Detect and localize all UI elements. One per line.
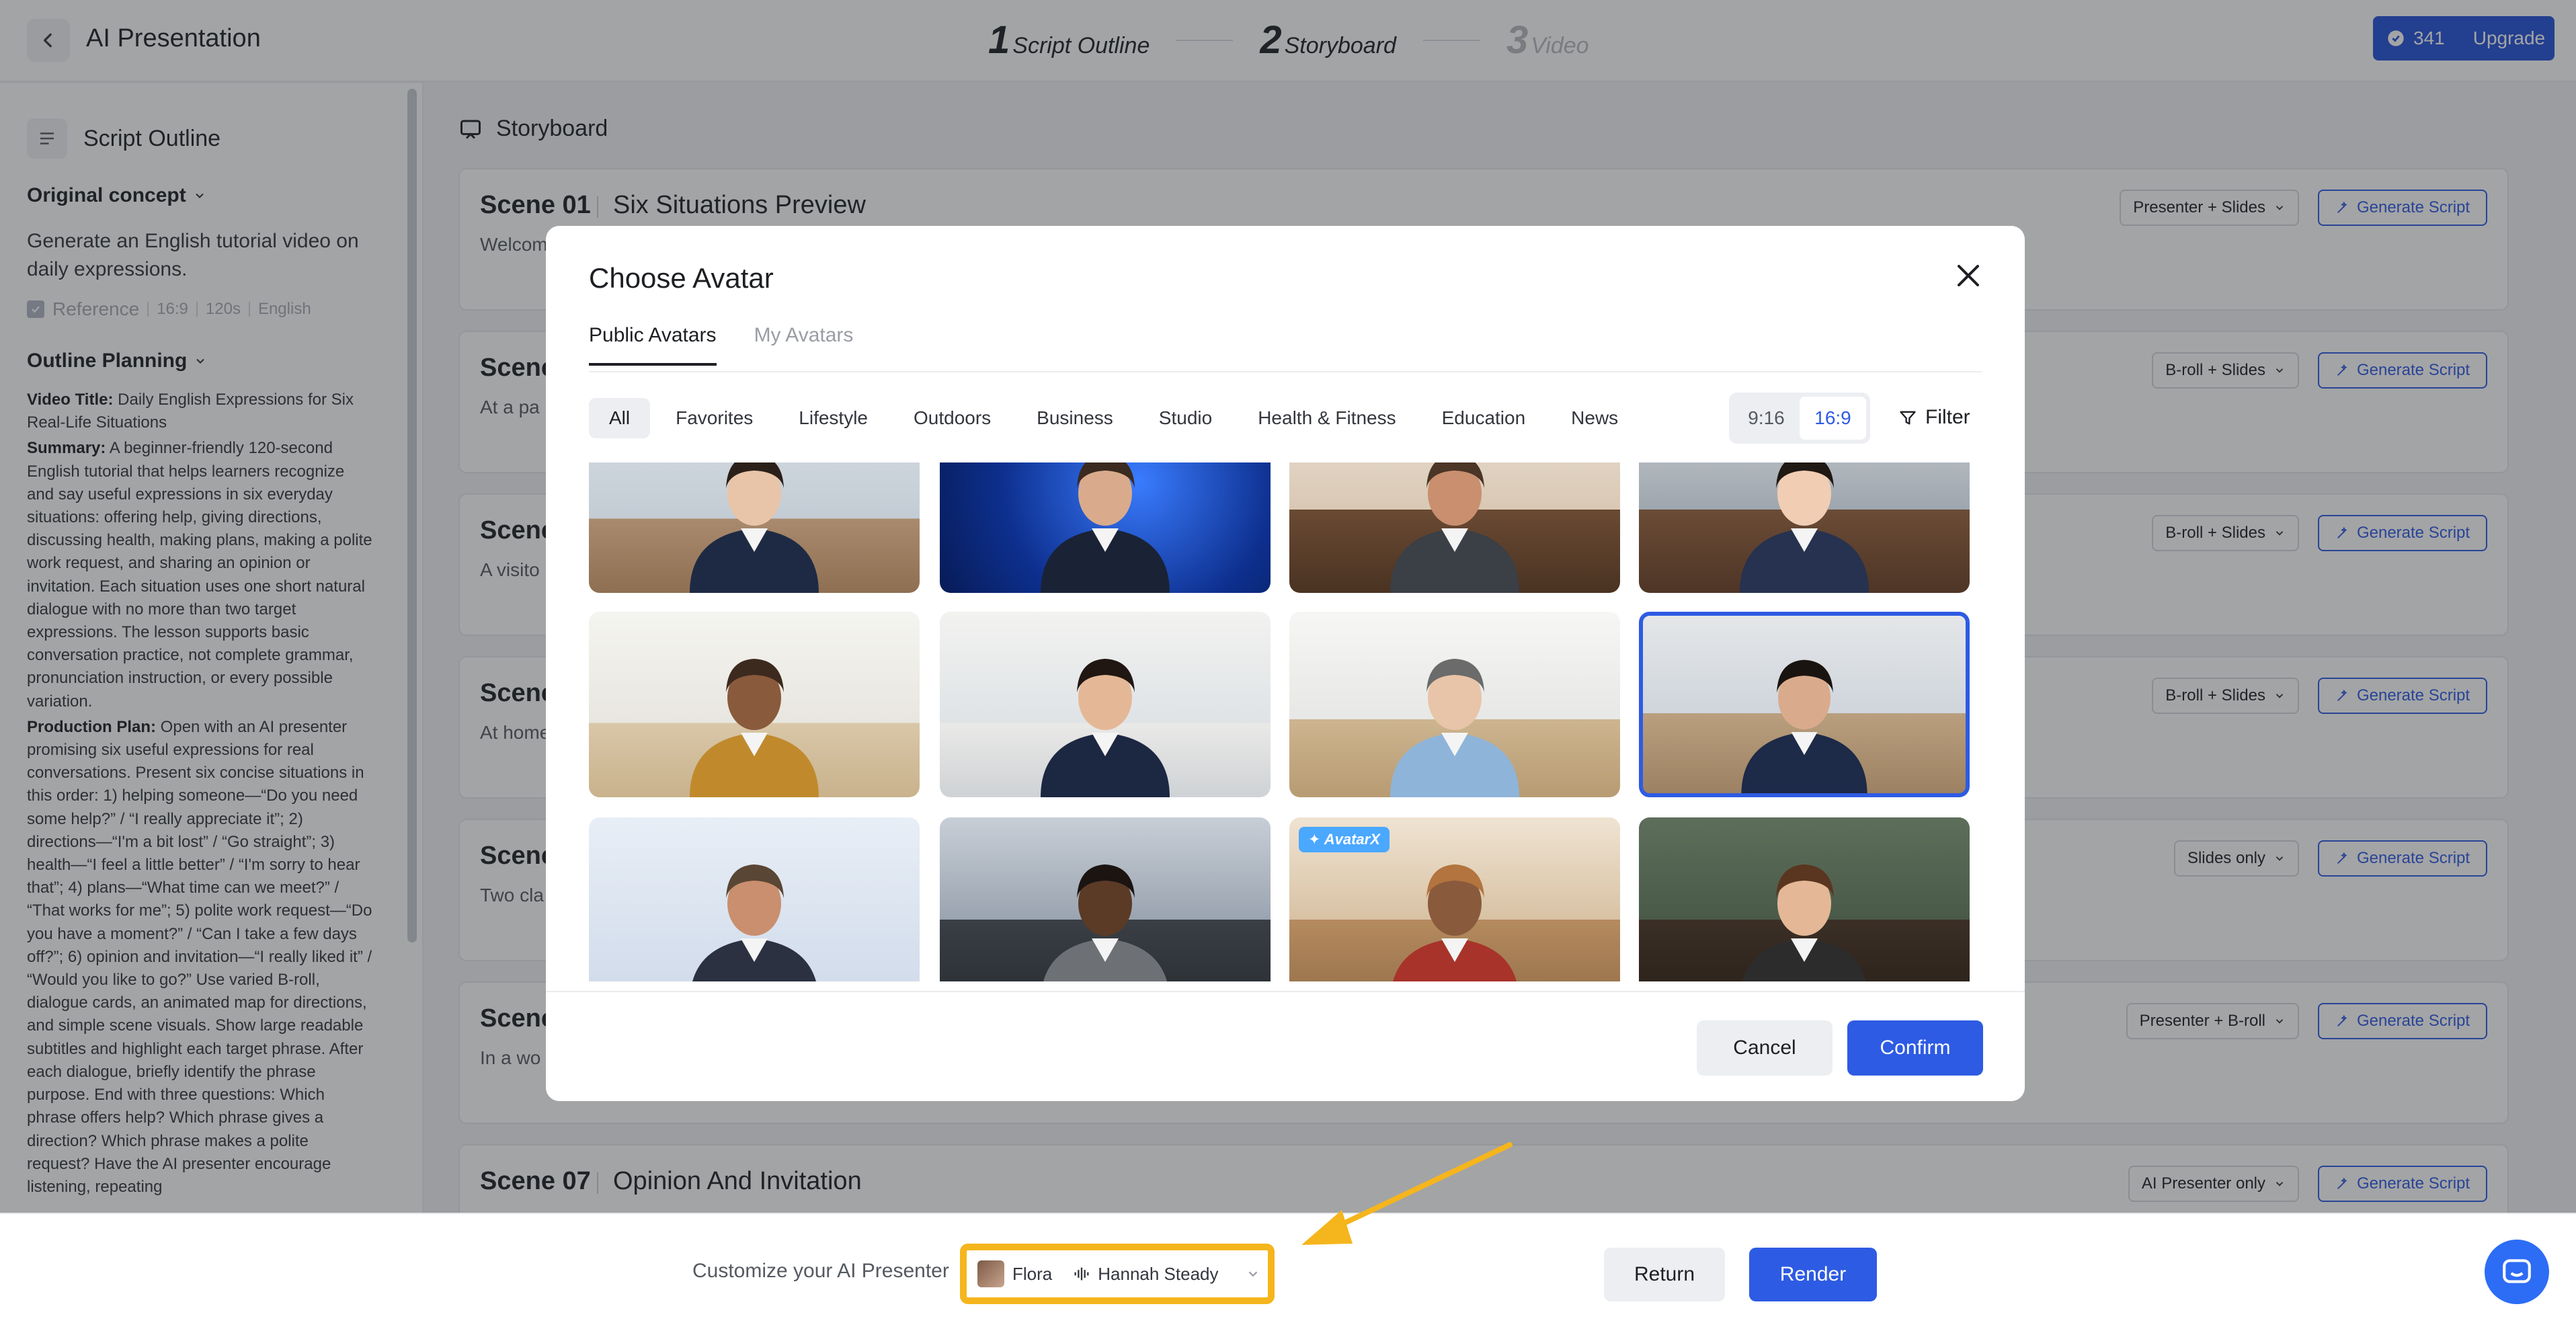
avatar-figure — [1741, 659, 1867, 793]
divider — [546, 991, 2025, 992]
avatar-card[interactable] — [1639, 612, 1970, 797]
avatar-card[interactable] — [589, 462, 920, 593]
dialog-title: Choose Avatar — [589, 262, 774, 294]
category-filter: All Favorites Lifestyle Outdoors Business Stu… — [589, 398, 1638, 438]
avatar-figure — [690, 659, 819, 797]
category-chip-education[interactable]: Education — [1422, 398, 1546, 438]
filter-label: Filter — [1925, 406, 1970, 428]
tab-public-avatars[interactable]: Public Avatars — [589, 324, 717, 366]
avatar-card[interactable] — [589, 817, 920, 981]
avatar-figure — [1742, 864, 1866, 981]
avatar-figure — [690, 462, 819, 593]
category-chip-studio[interactable]: Studio — [1139, 398, 1232, 438]
cancel-button[interactable]: Cancel — [1697, 1020, 1833, 1076]
category-chip-lifestyle[interactable]: Lifestyle — [778, 398, 888, 438]
bottom-dim — [0, 1213, 2576, 1331]
confirm-button[interactable]: Confirm — [1847, 1020, 1983, 1076]
avatar-card[interactable] — [1639, 817, 1970, 981]
ratio-9-16[interactable]: 9:16 — [1733, 397, 1800, 440]
avatar-figure — [692, 864, 816, 981]
aspect-ratio-toggle: 9:16 16:9 — [1729, 393, 1870, 444]
avatar-figure — [1390, 462, 1519, 593]
category-chip-health-fitness[interactable]: Health & Fitness — [1238, 398, 1416, 438]
avatar-figure — [1043, 864, 1167, 981]
filter-icon — [1900, 411, 1916, 425]
avatar-figure — [1740, 462, 1869, 593]
category-chip-all[interactable]: All — [589, 398, 651, 438]
avatar-figure — [1041, 462, 1170, 593]
avatar-grid: ✦ AvatarX — [589, 462, 1982, 981]
avatar-tabs: Public Avatars My Avatars — [589, 324, 853, 366]
avatar-figure — [1390, 659, 1519, 797]
avatar-card[interactable] — [940, 462, 1271, 593]
avatarx-badge: ✦ AvatarX — [1299, 827, 1390, 852]
avatar-card[interactable] — [940, 612, 1271, 797]
avatar-card[interactable] — [1289, 462, 1620, 593]
ratio-16-9[interactable]: 16:9 — [1800, 397, 1866, 440]
category-chip-outdoors[interactable]: Outdoors — [893, 398, 1011, 438]
tab-my-avatars[interactable]: My Avatars — [754, 324, 854, 366]
avatar-card[interactable] — [1289, 612, 1620, 797]
choose-avatar-dialog: Choose Avatar Public Avatars My Avatars … — [546, 226, 2025, 1101]
avatar-card[interactable]: ✦ AvatarX — [1289, 817, 1620, 981]
category-chip-favorites[interactable]: Favorites — [655, 398, 773, 438]
avatar-card[interactable] — [1639, 462, 1970, 593]
avatar-card[interactable] — [589, 612, 920, 797]
filter-button[interactable]: Filter — [1898, 406, 1970, 429]
avatar-card[interactable] — [940, 817, 1271, 981]
close-icon[interactable] — [1952, 259, 1984, 292]
avatar-figure — [1041, 659, 1170, 797]
divider — [589, 371, 1982, 372]
category-chip-news[interactable]: News — [1551, 398, 1638, 438]
category-chip-business[interactable]: Business — [1016, 398, 1133, 438]
